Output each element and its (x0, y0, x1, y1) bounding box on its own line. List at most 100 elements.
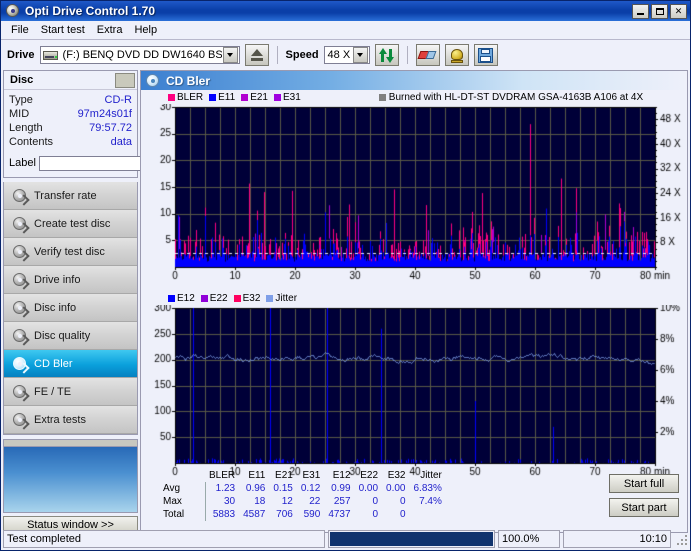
col-e11: E11 (248, 470, 266, 481)
disc-row-type-key: Type (9, 94, 33, 106)
legend-label-bler: BLER (177, 91, 204, 103)
legend-swatch-e11 (209, 93, 217, 101)
chevron-down-icon[interactable] (222, 47, 238, 63)
total-jitter (410, 508, 446, 521)
refresh-button[interactable] (374, 44, 399, 66)
cd-bler-icon (146, 73, 160, 88)
disc-row-type-value: CD-R (104, 94, 133, 106)
close-button[interactable]: ✕ (670, 3, 687, 19)
sidebar-item-label: CD Bler (34, 357, 73, 370)
chevron-down-icon[interactable] (352, 47, 368, 63)
total-e21: 706 (276, 509, 293, 520)
max-e11: 18 (254, 496, 266, 507)
row-label-avg: Avg (163, 482, 206, 495)
table-row: Avg 1.23 0.96 0.15 0.12 0.99 0.00 0.00 6… (163, 482, 446, 495)
legend-item-e21: E21 (241, 92, 268, 103)
disc-row-mid-key: MID (9, 108, 30, 120)
disc-info-header: Disc (4, 71, 137, 90)
optical-drive-icon (42, 49, 58, 62)
sidebar-item-label: Transfer rate (34, 189, 97, 202)
toolbar: Drive (F:) BENQ DVD DD DW1640 BSRB Speed… (1, 40, 690, 70)
sidebar-item-extra-tests[interactable]: Extra tests (4, 406, 137, 434)
disc-row-contents-key: Contents (9, 136, 54, 148)
max-jitter: 7.4% (419, 496, 442, 507)
disc-color-swatch (115, 72, 135, 88)
col-bler: BLER (209, 470, 236, 481)
menu-item-extra[interactable]: Extra (93, 23, 131, 37)
total-e31: 590 (303, 509, 321, 520)
window-controls: ✕ (632, 3, 688, 19)
total-e32: 0 (399, 509, 406, 520)
sidebar-item-cd-bler[interactable]: CD Bler (4, 350, 137, 378)
avg-e32: 0.00 (386, 483, 406, 494)
disc-info-rows: Type CD-R MID 97m24s01f Length 79:57.72 … (4, 90, 137, 151)
legend-swatch-e12 (168, 294, 175, 302)
sidebar-item-label: Disc quality (34, 329, 91, 342)
legend-item-bler: BLER (168, 92, 203, 103)
table-row: Total 5883 4587 706 590 4737 0 0 (163, 508, 446, 521)
legend-item-jitter: Jitter (266, 293, 297, 304)
sidebar-item-verify-test-disc[interactable]: Verify test disc (4, 238, 137, 266)
legend-swatch-e32 (233, 294, 241, 302)
sidebar-item-drive-info[interactable]: Drive info (4, 266, 137, 294)
speed-select[interactable]: 48 X (323, 46, 370, 64)
col-e12: E12 (332, 470, 351, 481)
disc-info-title: Disc (10, 74, 34, 86)
legend-swatch-e21 (241, 93, 249, 101)
avg-jitter: 6.83% (413, 483, 442, 494)
save-button[interactable] (473, 44, 498, 66)
sidebar-item-fe-te[interactable]: FE / TE (4, 378, 137, 406)
opti-drive-control-window: Opti Drive Control 1.70 ✕ File Start tes… (0, 0, 691, 551)
avg-e11: 0.96 (245, 483, 266, 494)
sidebar-item-transfer-rate[interactable]: Transfer rate (4, 182, 137, 210)
col-e31: E31 (302, 470, 321, 481)
legend-item-e31: E31 (273, 92, 301, 103)
max-e31: 22 (309, 496, 321, 507)
table-header-row: BLER E11 E21 E31 E12 E22 E32 Jitter (163, 469, 446, 482)
erase-button[interactable] (415, 44, 440, 66)
cd-bler-icon (13, 356, 30, 374)
max-e32: 0 (399, 496, 406, 507)
extra-tests-icon (13, 412, 30, 430)
refresh-icon (378, 47, 395, 63)
sidebar-item-create-test-disc[interactable]: Create test disc (4, 210, 137, 238)
sidebar-item-label: Drive info (34, 273, 81, 286)
menu-bar: File Start test Extra Help (1, 21, 690, 40)
window-title: Opti Drive Control 1.70 (25, 4, 156, 18)
col-e22: E22 (360, 470, 379, 481)
status-panel-cap (4, 440, 137, 447)
disc-row-mid-value: 97m24s01f (77, 108, 132, 120)
progress-bar (328, 529, 495, 548)
sidebar-item-disc-quality[interactable]: Disc quality (4, 322, 137, 350)
status-bar: Test completed 100.0% 10:10 (3, 529, 688, 548)
bell-icon (449, 48, 465, 63)
table-row: Max 30 18 12 22 257 0 0 7.4% (163, 495, 446, 508)
drive-info-icon (13, 272, 30, 290)
sidebar-item-label: FE / TE (34, 385, 72, 398)
max-e12: 257 (333, 496, 351, 507)
fe-te-icon (13, 384, 30, 402)
start-full-button[interactable]: Start full (609, 474, 679, 493)
menu-item-help[interactable]: Help (130, 23, 165, 37)
disc-label-key: Label (9, 157, 36, 169)
sidebar-item-label: Disc info (34, 301, 77, 314)
legend-label-e11: E11 (218, 91, 236, 103)
disc-row-contents: Contents data (9, 135, 132, 149)
minimize-button[interactable] (632, 3, 649, 19)
drive-select[interactable]: (F:) BENQ DVD DD DW1640 BSRB (39, 46, 240, 64)
menu-item-file[interactable]: File (7, 23, 37, 37)
status-preview-panel (3, 439, 138, 513)
sidebar-item-disc-info[interactable]: Disc info (4, 294, 137, 322)
start-part-button[interactable]: Start part (609, 498, 679, 517)
max-e21: 12 (281, 496, 293, 507)
bell-button[interactable] (444, 44, 469, 66)
legend-swatch-e31 (273, 93, 281, 101)
maximize-button[interactable] (651, 3, 668, 19)
eject-button[interactable] (244, 44, 269, 66)
resize-grip[interactable] (674, 532, 688, 546)
max-e22: 0 (372, 496, 379, 507)
avg-e31: 0.12 (300, 483, 321, 494)
menu-item-start-test[interactable]: Start test (37, 23, 93, 37)
total-e12: 4737 (328, 509, 351, 520)
legend-item-e22: E22 (200, 293, 228, 304)
